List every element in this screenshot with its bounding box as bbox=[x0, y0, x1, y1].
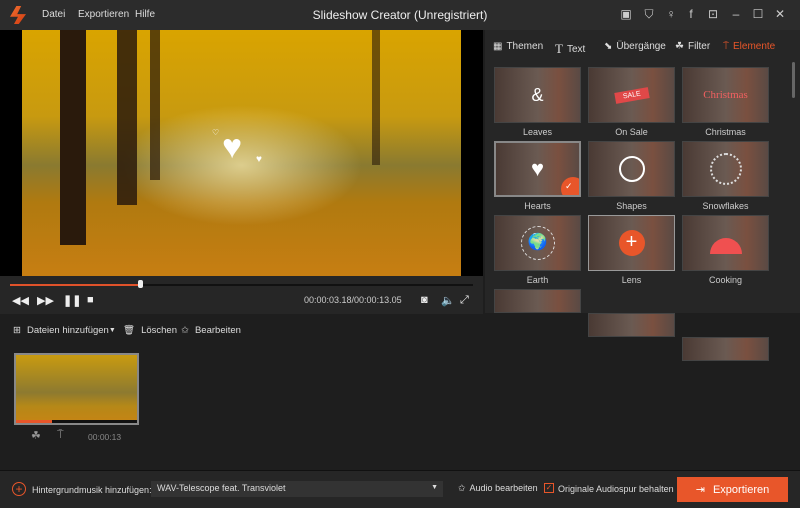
grid-icon: ▦ bbox=[493, 41, 503, 52]
transition-icon: ⬊ bbox=[604, 41, 613, 52]
snapshot-icon[interactable]: ◙ bbox=[421, 294, 428, 306]
element-christmas[interactable]: Christmas Christmas bbox=[682, 67, 769, 137]
audio-edit-button[interactable]: ✩ Audio bearbeiten bbox=[458, 483, 538, 494]
element-on-sale[interactable]: SALE On Sale bbox=[588, 67, 675, 137]
seek-handle[interactable] bbox=[137, 280, 143, 288]
filter-icon[interactable]: ☘ bbox=[31, 429, 41, 442]
add-files-button[interactable]: ⊞ Dateien hinzufügen ▼ bbox=[13, 325, 116, 336]
snowflakes-thumbnail bbox=[682, 141, 769, 197]
keep-audio-checkbox[interactable]: ✓ bbox=[544, 483, 554, 493]
element-label: Shapes bbox=[616, 201, 647, 211]
register-icon[interactable]: ▣ bbox=[619, 7, 633, 21]
christmas-thumbnail: Christmas bbox=[682, 67, 769, 123]
facebook-icon[interactable]: f bbox=[684, 7, 698, 21]
element-label: Christmas bbox=[705, 127, 746, 137]
paint-roller-icon: ⍑ bbox=[723, 41, 729, 52]
small-heart-icon: ♡ bbox=[212, 128, 220, 137]
clip-thumbnail[interactable] bbox=[14, 353, 139, 425]
panel-scrollbar[interactable] bbox=[792, 62, 795, 98]
edit-label: Bearbeiten bbox=[194, 325, 241, 336]
tab-uebergaenge[interactable]: ⬊ Übergänge bbox=[604, 41, 666, 52]
pause-icon[interactable]: ❚❚ bbox=[63, 294, 81, 307]
audio-edit-label: Audio bearbeiten bbox=[469, 483, 538, 493]
window-title: Slideshow Creator (Unregistriert) bbox=[312, 8, 488, 22]
leaves-thumbnail: & bbox=[494, 67, 581, 123]
earth-thumbnail: 🌍 bbox=[494, 215, 581, 271]
maximize-icon[interactable]: ☐ bbox=[751, 7, 765, 21]
element-hearts[interactable]: ♥ ✓ Hearts bbox=[494, 141, 581, 211]
text-icon: T bbox=[555, 41, 563, 56]
clip-duration: 00:00:13 bbox=[88, 432, 122, 442]
fullscreen-icon[interactable]: ⤢ bbox=[460, 294, 469, 307]
keep-audio-label: Originale Audiospur behalten bbox=[558, 484, 674, 494]
element-snowflakes[interactable]: Snowflakes bbox=[682, 141, 769, 211]
tab-themen[interactable]: ▦ Themen bbox=[493, 41, 543, 52]
seek-progress bbox=[10, 284, 140, 286]
rewind-icon[interactable]: ◀◀ bbox=[12, 294, 29, 307]
music-label: Hintergrundmusik hinzufügen: bbox=[32, 485, 152, 495]
add-files-label: Dateien hinzufügen bbox=[26, 325, 109, 336]
time-display: 00:00:03.18/00:00:13.05 bbox=[304, 295, 402, 305]
chevron-down-icon: ▼ bbox=[431, 484, 438, 491]
element-thumbnail[interactable] bbox=[682, 337, 769, 361]
dropdown-arrow-icon: ▼ bbox=[108, 327, 116, 334]
lens-thumbnail: + bbox=[588, 215, 675, 271]
element-label: Earth bbox=[526, 275, 549, 285]
element-cooking[interactable]: Cooking bbox=[682, 215, 769, 285]
edit-star-icon: ✩ bbox=[181, 325, 189, 336]
tab-label: Themen bbox=[506, 41, 544, 52]
small-heart-icon: ♥ bbox=[256, 154, 262, 165]
export-button[interactable]: ⇥ Exportieren bbox=[677, 477, 788, 502]
tab-elemente[interactable]: ⍑ Elemente bbox=[723, 41, 775, 52]
add-music-icon[interactable]: + bbox=[12, 482, 26, 496]
music-value: WAV-Telescope feat. Transviolet bbox=[157, 483, 286, 493]
music-select[interactable]: WAV-Telescope feat. Transviolet ▼ bbox=[151, 481, 443, 497]
delete-button[interactable]: 🗑 Löschen bbox=[123, 325, 177, 336]
export-icon: ⇥ bbox=[695, 484, 705, 496]
forward-icon[interactable]: ▶▶ bbox=[37, 294, 54, 307]
preview-image: ♥ ♥ ♡ bbox=[22, 30, 461, 276]
tab-filter[interactable]: ☘ Filter bbox=[675, 41, 710, 52]
add-folder-icon: ⊞ bbox=[13, 325, 21, 336]
key-icon[interactable]: ♀ bbox=[664, 7, 678, 21]
tab-text[interactable]: T Text bbox=[555, 41, 585, 57]
stop-icon[interactable]: ■ bbox=[87, 294, 94, 306]
volume-icon[interactable]: 🔈 bbox=[441, 294, 455, 307]
hearts-element-icon[interactable]: ♥ bbox=[222, 130, 242, 164]
edit-star-icon: ✩ bbox=[458, 483, 466, 493]
export-label: Exportieren bbox=[712, 483, 770, 496]
element-leaves[interactable]: & Leaves bbox=[494, 67, 581, 137]
hearts-thumbnail: ♥ ✓ bbox=[494, 141, 581, 197]
shapes-thumbnail bbox=[588, 141, 675, 197]
element-shapes[interactable]: Shapes bbox=[588, 141, 675, 211]
paint-roller-icon[interactable]: ⍑ bbox=[57, 429, 64, 442]
tab-label: Text bbox=[566, 43, 586, 55]
element-lens[interactable]: + Lens bbox=[588, 215, 675, 285]
element-label: Hearts bbox=[524, 201, 551, 211]
feedback-icon[interactable]: ⊡ bbox=[706, 7, 720, 21]
tab-label: Filter bbox=[687, 41, 711, 52]
minimize-icon[interactable]: – bbox=[729, 7, 743, 21]
on-sale-thumbnail: SALE bbox=[588, 67, 675, 123]
add-element-icon[interactable]: + bbox=[618, 230, 645, 256]
element-thumbnail[interactable] bbox=[588, 313, 675, 337]
trash-icon: 🗑 bbox=[123, 325, 136, 336]
element-label: On Sale bbox=[615, 127, 648, 137]
element-thumbnail[interactable] bbox=[494, 289, 581, 313]
cooking-thumbnail bbox=[682, 215, 769, 271]
tab-label: Übergänge bbox=[616, 41, 666, 52]
close-icon[interactable]: ✕ bbox=[773, 7, 787, 21]
tab-label: Elemente bbox=[733, 41, 776, 52]
filter-icon: ☘ bbox=[675, 41, 684, 52]
element-label: Leaves bbox=[522, 127, 553, 137]
edit-button[interactable]: ✩ Bearbeiten bbox=[181, 325, 241, 336]
selected-check-icon: ✓ bbox=[561, 177, 579, 195]
element-earth[interactable]: 🌍 Earth bbox=[494, 215, 581, 285]
element-label: Lens bbox=[621, 275, 642, 285]
element-label: Snowflakes bbox=[702, 201, 749, 211]
element-label: Cooking bbox=[708, 275, 743, 285]
delete-label: Löschen bbox=[141, 325, 177, 336]
cart-icon[interactable]: ⛉ bbox=[642, 7, 656, 21]
